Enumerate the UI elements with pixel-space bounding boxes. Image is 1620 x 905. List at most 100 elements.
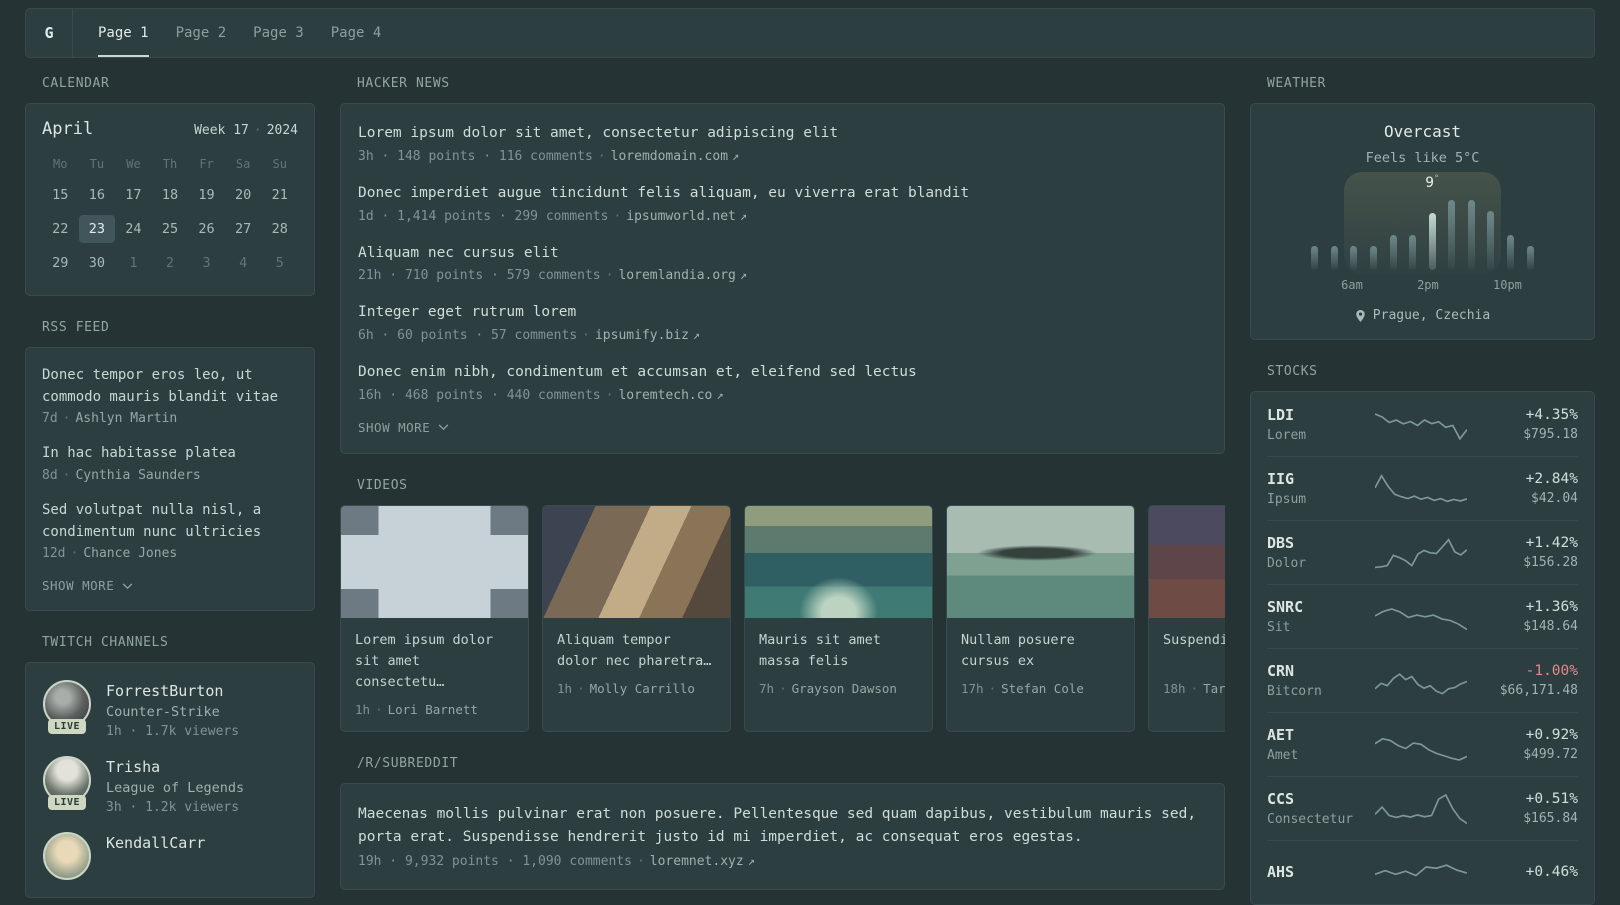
separator-dot: · <box>577 680 585 696</box>
hacker-news-item-title[interactable]: Donec imperdiet augue tincidunt felis al… <box>358 183 1207 205</box>
item-source-link[interactable]: ipsumify.biz <box>595 328 689 343</box>
chevron-down-icon <box>438 424 449 431</box>
hacker-news-item-title[interactable]: Aliquam nec cursus elit <box>358 243 1207 265</box>
subreddit-post-title[interactable]: Maecenas mollis pulvinar erat non posuer… <box>358 803 1207 849</box>
stock-row-snrc[interactable]: SNRC Sit +1.36% $148.64 <box>1267 584 1578 648</box>
stock-sparkline <box>1367 407 1474 443</box>
stock-row-ccs[interactable]: CCS Consectetur +0.51% $165.84 <box>1267 776 1578 840</box>
sparkline-chart <box>1374 737 1467 761</box>
nav-tab-page-4[interactable]: Page 4 <box>331 9 382 57</box>
weather-bar <box>1507 235 1515 270</box>
twitch-channel-name[interactable]: KendallCarr <box>106 832 205 852</box>
video-title[interactable]: Suspendisse diam <box>1163 630 1225 672</box>
weather-bar <box>1467 200 1475 270</box>
hacker-news-item-title[interactable]: Integer eget rutrum lorem <box>358 302 1207 324</box>
item-source-link[interactable]: loremdomain.com <box>611 149 728 164</box>
rss-item-title[interactable]: Donec tempor eros leo, ut commodo mauris… <box>42 365 298 408</box>
rss-item-title[interactable]: Sed volutpat nulla nisl, a condimentum n… <box>42 500 298 543</box>
weather-bar-column <box>1442 200 1462 270</box>
item-source-link[interactable]: loremtech.co <box>618 388 712 403</box>
hacker-news-item: Aliquam nec cursus elit 21h · 710 points … <box>358 243 1207 284</box>
item-meta: 6h · 60 points · 57 comments · ipsumify.bi… <box>358 328 1207 343</box>
calendar-week-label: Week 17 <box>194 123 249 138</box>
calendar-weekday: Sa <box>235 157 251 171</box>
stock-price: $795.18 <box>1523 427 1578 442</box>
weather-bar-column <box>1403 200 1423 270</box>
video-thumbnail-towers <box>341 505 528 618</box>
rss-item-meta: 12d · Chance Jones <box>42 546 298 561</box>
weather-bar-column <box>1462 200 1482 270</box>
item-meta: 19h · 9,932 points · 1,090 comments · lore… <box>358 854 1207 869</box>
weather-tick-label <box>1305 278 1323 292</box>
avatar <box>43 832 91 881</box>
item-source-link[interactable]: ipsumworld.net <box>626 209 736 224</box>
calendar-day: 16 <box>88 187 105 203</box>
nav-tab-page-1[interactable]: Page 1 <box>98 9 149 57</box>
twitch-channel-row[interactable]: LIVE Trisha League of Legends 3h · 1.2k vie… <box>42 756 298 815</box>
weather-card: Overcast Feels like 5°C 9° 6am 2pm 10pm Pr… <box>1250 103 1595 340</box>
separator-dot: · <box>597 148 606 164</box>
stock-change: +2.84% <box>1525 471 1578 487</box>
stocks-section-label: STOCKS <box>1267 364 1318 379</box>
weather-tick-label <box>1363 278 1381 292</box>
video-age: 18h <box>1163 680 1186 696</box>
calendar-day-selected: 23 <box>78 215 116 243</box>
nav-tab-page-3[interactable]: Page 3 <box>253 9 304 57</box>
video-title[interactable]: Aliquam tempor dolor nec pharetra… <box>557 630 716 672</box>
stock-row-dbs[interactable]: DBS Dolor +1.42% $156.28 <box>1267 520 1578 584</box>
weather-tick-label <box>1522 278 1540 292</box>
separator-dot: · <box>582 328 590 343</box>
video-title[interactable]: Lorem ipsum dolor sit amet consectetu… <box>355 630 514 693</box>
show-more-button[interactable]: SHOW MORE <box>358 420 1207 435</box>
stock-row-aet[interactable]: AET Amet +0.92% $499.72 <box>1267 712 1578 776</box>
app-logo[interactable]: G <box>26 9 72 57</box>
stock-values: +4.35% $795.18 <box>1474 407 1578 442</box>
stock-ticker: AET <box>1267 726 1295 744</box>
nav-tabs: Page 1 Page 2 Page 3 Page 4 <box>98 9 381 57</box>
item-source-link[interactable]: loremnet.xyz <box>650 854 744 869</box>
external-link-icon: ↗ <box>739 208 748 223</box>
stock-row-ldi[interactable]: LDI Lorem +4.35% $795.18 <box>1267 393 1578 456</box>
sparkline-chart <box>1374 607 1467 630</box>
video-card[interactable]: Nullam posuere cursus ex 17h · Stefan Cole <box>946 504 1135 732</box>
calendar-card: April Week 17 · 2024 Mo Tu We Th Fr Sa Su 15 16 17… <box>25 103 315 296</box>
twitch-avatar-wrap: LIVE <box>42 756 92 815</box>
videos-row: Lorem ipsum dolor sit amet consectetu… 1h… <box>340 504 1225 732</box>
hacker-news-card: Lorem ipsum dolor sit amet, consectetur … <box>340 103 1225 454</box>
rss-item-meta: 7d · Ashlyn Martin <box>42 411 298 426</box>
nav-tab-page-2[interactable]: Page 2 <box>176 9 227 57</box>
twitch-channel-row[interactable]: LIVE ForrestBurton Counter-Strike 1h · 1.7k… <box>42 680 298 739</box>
sparkline-chart <box>1374 412 1467 440</box>
video-card[interactable]: Suspendisse diam 18h·Tara <box>1148 504 1225 732</box>
weather-tick-label <box>1475 278 1493 292</box>
stock-row-ahs[interactable]: AHS +0.46% <box>1267 840 1578 903</box>
twitch-channel-name[interactable]: Trisha <box>106 756 244 776</box>
weather-bar <box>1350 246 1358 270</box>
stock-identity: CCS Consectetur <box>1267 790 1367 827</box>
twitch-avatar-wrap <box>42 832 92 881</box>
rss-item-title[interactable]: In hac habitasse platea <box>42 443 298 465</box>
video-card[interactable]: Mauris sit amet massa felis 7h · Grayson Da… <box>744 504 933 732</box>
video-card[interactable]: Aliquam tempor dolor nec pharetra… 1h · Mol… <box>542 504 731 732</box>
item-source-link[interactable]: loremlandia.org <box>618 268 735 283</box>
twitch-channel-name[interactable]: ForrestBurton <box>106 680 239 700</box>
item-meta: 21h · 710 points · 579 comments · loremlan… <box>358 268 1207 283</box>
stock-name: Dolor <box>1267 556 1307 571</box>
weather-tick-label: 2pm <box>1417 278 1439 292</box>
video-title[interactable]: Nullam posuere cursus ex <box>961 630 1120 672</box>
hacker-news-item-title[interactable]: Lorem ipsum dolor sit amet, consectetur … <box>358 123 1207 145</box>
calendar-weekday: Mo <box>53 157 68 171</box>
twitch-channel-row[interactable]: KendallCarr <box>42 832 298 881</box>
video-title[interactable]: Mauris sit amet massa felis <box>759 630 918 672</box>
weather-current-temp: 9° <box>1425 174 1440 191</box>
show-more-button[interactable]: SHOW MORE <box>42 578 298 593</box>
video-card-body: Nullam posuere cursus ex 17h · Stefan Cole <box>947 618 1134 710</box>
top-nav: G Page 1 Page 2 Page 3 Page 4 <box>25 8 1595 58</box>
columns: CALENDAR April Week 17 · 2024 Mo Tu We Th Fr Sa… <box>25 76 1595 905</box>
stock-row-crn[interactable]: CRN Bitcorn -1.00% $66,171.48 <box>1267 648 1578 712</box>
video-card[interactable]: Lorem ipsum dolor sit amet consectetu… 1h… <box>340 504 529 732</box>
stock-row-iig[interactable]: IIG Ipsum +2.84% $42.04 <box>1267 456 1578 520</box>
dashboard-page: G Page 1 Page 2 Page 3 Page 4 CALENDAR Apri… <box>0 0 1620 905</box>
hacker-news-item-title[interactable]: Donec enim nibh, condimentum et accumsan… <box>358 362 1207 384</box>
twitch-channel-info: Trisha League of Legends 3h · 1.2k viewers <box>106 756 244 815</box>
